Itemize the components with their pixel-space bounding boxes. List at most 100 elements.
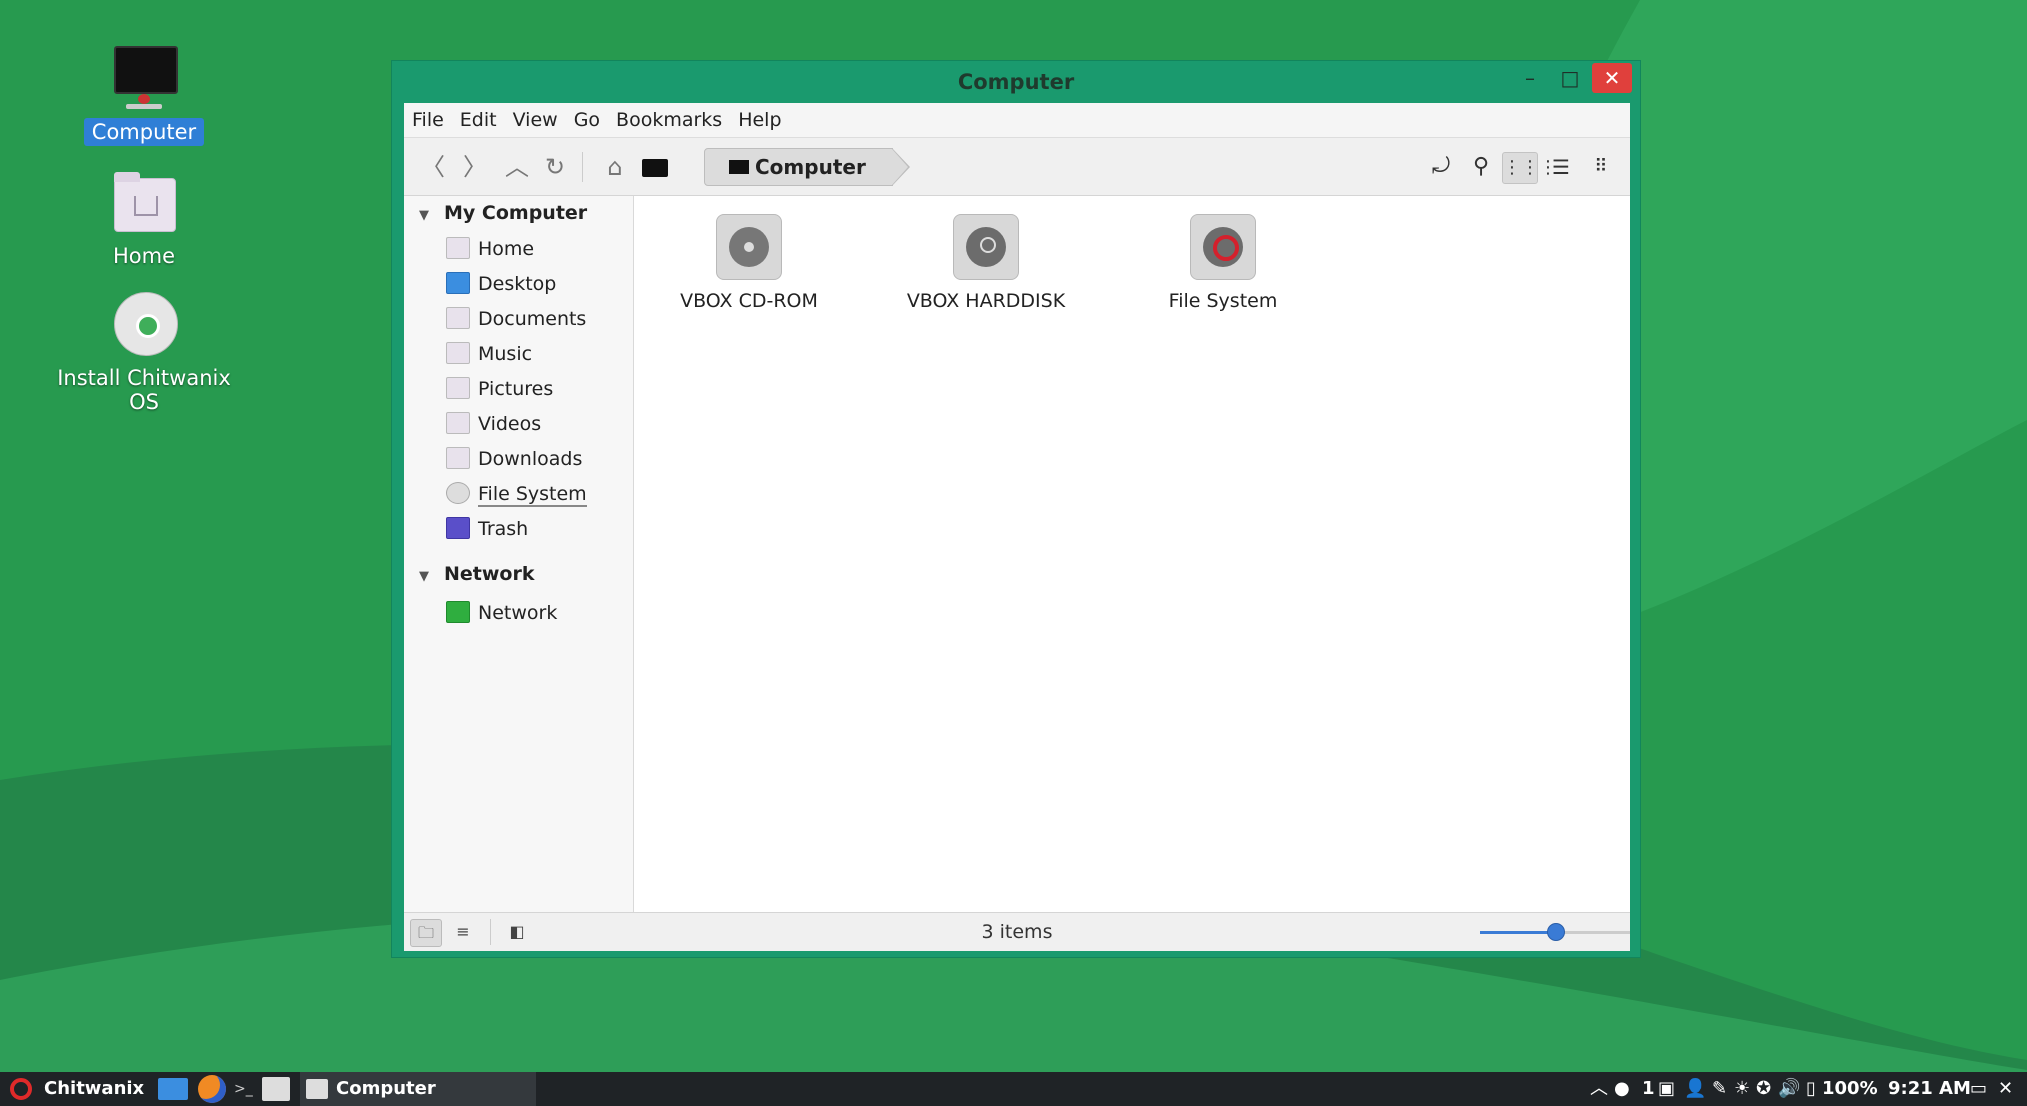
sidebar-item-label: File System [478, 483, 587, 507]
documents-folder-icon [446, 306, 470, 329]
minimize-button[interactable]: – [1510, 63, 1550, 93]
taskbar-window-computer[interactable]: Computer [300, 1072, 536, 1106]
up-icon[interactable]: ︿ [500, 152, 534, 182]
sidebar-item-pictures[interactable]: Pictures [446, 374, 553, 404]
drive-item-file-system[interactable]: File System [1108, 214, 1338, 312]
window-folder-icon [306, 1079, 328, 1099]
search-icon[interactable]: ⚲ [1464, 152, 1498, 182]
menu-go[interactable]: Go [566, 103, 608, 137]
accessibility-icon[interactable]: ✪ [1756, 1072, 1771, 1106]
clock[interactable]: 9:21 AM [1888, 1072, 1971, 1106]
toggle-location-icon[interactable]: ⤾ [1424, 152, 1458, 182]
breadcrumb-computer[interactable]: Computer [704, 148, 910, 186]
desktop: Computer Home Install Chitwanix OS Compu… [0, 0, 2027, 1106]
expand-triangle-icon: ▼ [419, 569, 429, 584]
harddisk-drive-icon [953, 214, 1019, 280]
home-folder-icon [446, 236, 470, 259]
desktop-icon-install[interactable]: Install Chitwanix OS [34, 288, 254, 416]
taskbar: Chitwanix >_ Computer ︿ ● 1 ▣ 👤 ✎ ☀ ✪ 🔊 … [0, 1072, 2027, 1106]
sidebar-item-network[interactable]: Network [446, 598, 557, 628]
sidebar-item-home[interactable]: Home [446, 234, 534, 264]
sidebar-item-label: Downloads [478, 448, 583, 470]
home-folder-icon [108, 166, 180, 238]
tray-expand-icon[interactable]: ︿ [1590, 1072, 1608, 1106]
desktop-folder-icon [446, 271, 470, 294]
close-button[interactable]: ✕ [1592, 63, 1632, 93]
user-icon[interactable]: 👤 [1684, 1072, 1706, 1106]
network-icon [446, 600, 470, 623]
sidebar-item-label: Desktop [478, 273, 557, 295]
desktop-icon-label: Home [112, 244, 175, 268]
toolbar-divider [582, 152, 583, 182]
brightness-icon[interactable]: ☀ [1734, 1072, 1750, 1106]
computer-monitor-icon [108, 42, 180, 114]
display-icon[interactable]: ▭ [1970, 1072, 1987, 1106]
drive-item-harddisk[interactable]: VBOX HARDDISK [871, 214, 1101, 312]
cdrom-drive-icon [716, 214, 782, 280]
terminal-icon[interactable]: >_ [234, 1072, 253, 1106]
file-system-icon [446, 481, 470, 504]
icon-view-icon[interactable]: ⋮⋮⋮ [1502, 152, 1557, 184]
section-title: Network [444, 563, 535, 585]
desktop-icon-label: Computer [83, 118, 205, 146]
file-manager-window: Computer – □ ✕ File Edit View Go Bookmarks He… [391, 60, 1641, 958]
section-title: My Computer [444, 202, 588, 224]
back-icon[interactable]: 〈 [416, 152, 450, 182]
menu-bookmarks[interactable]: Bookmarks [608, 103, 730, 137]
sidebar-item-label: Home [478, 238, 535, 260]
sidebar-item-label: Videos [478, 413, 542, 435]
logout-icon[interactable]: ✕ [1998, 1072, 2013, 1106]
breadcrumb-computer-icon [729, 159, 749, 174]
desktop-icon-computer[interactable]: Computer [34, 42, 254, 146]
reload-icon[interactable]: ↻ [538, 152, 572, 182]
window-titlebar[interactable]: Computer [392, 61, 1640, 103]
battery-percent[interactable]: 100% [1822, 1072, 1878, 1106]
drive-item-cdrom[interactable]: VBOX CD-ROM [634, 214, 864, 312]
sidebar-item-music[interactable]: Music [446, 339, 532, 369]
show-desktop-icon[interactable] [158, 1072, 188, 1106]
maximize-button[interactable]: □ [1550, 63, 1590, 93]
sidebar-item-trash[interactable]: Trash [446, 514, 528, 544]
sidebar-item-documents[interactable]: Documents [446, 304, 586, 334]
trash-icon [446, 516, 470, 539]
rss-icon[interactable]: ▣ [1658, 1072, 1675, 1106]
file-system-drive-icon [1190, 214, 1256, 280]
file-view[interactable]: VBOX CD-ROM VBOX HARDDISK File System [634, 196, 1630, 912]
pictures-folder-icon [446, 376, 470, 399]
compact-view-icon[interactable]: ⠿ [1584, 152, 1618, 182]
sidebar-item-videos[interactable]: Videos [446, 409, 541, 439]
sidebar-item-label: Music [478, 343, 533, 365]
statusbar: 🗀 ≡ ◧ 3 items [404, 912, 1630, 951]
menu-file[interactable]: File [404, 103, 452, 137]
toolbar: 〈 〉 ︿ ↻ ⌂ Computer ⤾ ⚲ ⋮⋮⋮ ☰ ⠿ [404, 138, 1630, 196]
sidebar-item-downloads[interactable]: Downloads [446, 444, 582, 474]
sidebar-item-desktop[interactable]: Desktop [446, 269, 556, 299]
menu-edit[interactable]: Edit [452, 103, 505, 137]
zoom-slider-handle[interactable] [1547, 923, 1565, 941]
sidebar-section-network[interactable]: ▼ Network [404, 559, 534, 589]
start-menu-button[interactable]: Chitwanix [10, 1072, 144, 1106]
menu-view[interactable]: View [505, 103, 566, 137]
workspace-indicator[interactable]: 1 [1642, 1072, 1655, 1106]
cd-disc-icon [108, 288, 180, 360]
sidebar-section-my-computer[interactable]: ▼ My Computer [404, 198, 587, 228]
volume-icon[interactable]: 🔊 [1778, 1072, 1800, 1106]
notification-icon[interactable]: ● [1614, 1072, 1630, 1106]
pen-icon[interactable]: ✎ [1712, 1072, 1727, 1106]
files-launcher-icon[interactable] [262, 1072, 290, 1106]
computer-location-icon[interactable] [638, 152, 672, 182]
music-folder-icon [446, 341, 470, 364]
zoom-slider-fill [1480, 931, 1555, 934]
sidebar-item-file-system[interactable]: File System [446, 479, 587, 509]
desktop-icon-home[interactable]: Home [34, 166, 254, 270]
firefox-icon[interactable] [198, 1072, 226, 1106]
list-view-icon[interactable]: ☰ [1544, 152, 1578, 182]
zoom-slider[interactable] [1480, 923, 1630, 941]
breadcrumb-label: Computer [755, 155, 866, 179]
expand-triangle-icon: ▼ [419, 208, 429, 223]
forward-icon[interactable]: 〉 [458, 152, 492, 182]
sidebar-item-label: Trash [478, 518, 529, 540]
battery-icon[interactable]: ▯ [1806, 1072, 1816, 1106]
home-icon[interactable]: ⌂ [598, 152, 632, 182]
menu-help[interactable]: Help [730, 103, 789, 137]
